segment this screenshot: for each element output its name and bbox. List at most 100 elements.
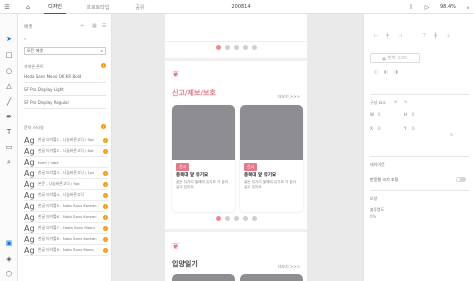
align-right-icon[interactable]: ⊣ — [398, 33, 402, 39]
top-section — [165, 14, 307, 42]
align-center-icon[interactable]: ╪ — [386, 33, 389, 39]
carousel-dot[interactable] — [242, 216, 248, 221]
align-left-icon[interactable]: ⊢ — [374, 33, 378, 39]
rectangle-tool-icon[interactable]: □ — [3, 49, 15, 61]
x-field[interactable]: 0 — [378, 126, 381, 131]
y-field[interactable]: 0 — [412, 126, 415, 131]
character-style-item[interactable]: Ag 한글 타이틀8 - Noto Sans Korean ! — [24, 234, 108, 245]
carousel-dot[interactable] — [224, 216, 230, 221]
font-item[interactable]: SF Pro Display Light — [24, 83, 106, 96]
style-name: 한글 타이틀3 - 나눔바른고딕 / 1pt — [38, 170, 94, 175]
document-title[interactable]: 200814 — [216, 0, 266, 14]
align-middle-icon[interactable]: ╫ — [434, 33, 437, 39]
boolean-intersect-icon[interactable]: ◨ — [394, 69, 398, 74]
home-icon[interactable]: ⌂ — [22, 0, 34, 14]
font-item[interactable]: SF Pro Display Regular — [24, 96, 106, 109]
style-name: 한글 타이틀8 - Noto Sans Korean — [38, 236, 97, 241]
list-view-icon[interactable]: ☰ — [102, 23, 106, 29]
character-style-item[interactable]: Ag 한글 타이틀6 - Noto Sans Korean ! — [24, 212, 108, 223]
mobile-preview-icon[interactable]: ▯ — [406, 0, 416, 14]
more-link[interactable]: 더보기 >>> — [278, 94, 300, 100]
ellipse-tool-icon[interactable]: ○ — [3, 65, 15, 77]
select-tool-icon[interactable]: ➤ — [3, 33, 15, 45]
chevron-down-icon: ∨ — [100, 49, 103, 53]
style-preview: Ag — [24, 179, 35, 189]
artboard-tool-icon[interactable]: ▭ — [3, 141, 15, 153]
zoom-tool-icon[interactable]: ⌕ — [3, 156, 15, 168]
character-style-item[interactable]: Ag 본문 - 나눔바른고딕 / 9pt ! — [24, 179, 108, 190]
layout-label: 레이아웃 — [370, 162, 385, 167]
align-bottom-icon[interactable]: ⊥ — [446, 33, 450, 39]
carousel-dot[interactable] — [224, 45, 230, 50]
style-preview: Ag — [24, 135, 35, 145]
character-style-item[interactable]: Ag 한글 타이틀1 - 나눔바른고딕 / 9pt ! — [24, 135, 108, 146]
grid-icon: ▦ — [382, 55, 387, 61]
responsive-resize-label: 반응형 크기 조정 — [370, 177, 399, 182]
rotate-icon[interactable]: ↻ — [450, 132, 453, 137]
warning-badge: ! — [103, 237, 108, 242]
zoom-level[interactable]: 98.4% — [440, 0, 456, 14]
pen-tool-icon[interactable]: ✒ — [3, 111, 15, 123]
repeat-grid-button[interactable]: ▦ 반복 그리드 — [370, 53, 420, 63]
card-image — [240, 105, 303, 160]
style-preview: Ag — [24, 201, 35, 211]
report-card[interactable]: 신고 충북대 앞 유기묘 골든 뒤거리 올해에 유기묘 가 꿈이 살고 있어요 — [240, 105, 303, 212]
chevron-down-icon[interactable]: ∨ — [464, 0, 472, 14]
assets-icon[interactable]: ▣ — [3, 237, 15, 249]
style-name: 한글 타이틀1 - 나눔바른고딕 / 9pt — [38, 137, 94, 142]
card-title: 충북대 앞 유기묘 — [176, 173, 209, 178]
h-field[interactable]: 0 — [412, 112, 415, 117]
menu-icon[interactable]: ☰ — [2, 0, 12, 14]
design-canvas[interactable]: ❦ 신고/제보/보호 더보기 >>> 신고 충북대 앞 유기묘 골든 뒤거리 올… — [112, 14, 363, 281]
artboard[interactable]: ❦ 신고/제보/보호 더보기 >>> 신고 충북대 앞 유기묘 골든 뒤거리 올… — [165, 14, 307, 281]
add-icon[interactable]: + — [80, 23, 84, 29]
plugins-icon[interactable]: ⬡ — [3, 268, 15, 280]
opacity-field[interactable]: 0% — [370, 214, 376, 219]
tab-prototype[interactable]: 프로토타입 — [82, 0, 114, 14]
carousel-dot[interactable] — [233, 216, 239, 221]
carousel-dot[interactable] — [242, 45, 248, 50]
repeat-grid-label: 반복 그리드 — [388, 55, 408, 60]
align-top-icon[interactable]: ⊤ — [422, 33, 426, 39]
component-label: 구성 요소 — [370, 100, 386, 105]
character-style-item[interactable]: Ag 한글 타이틀3 - 나눔바른고딕 / 1pt ! — [24, 168, 108, 179]
character-style-item[interactable]: Ag 한글 타이틀2 - 나눔바른고딕 / 6pt ! — [24, 146, 108, 157]
play-icon[interactable]: ▷ — [422, 0, 432, 14]
report-card[interactable]: 신고 충북대 앞 유기묘 골든 뒤거리 올해에 유기묘 가 꿈이 살고 있어요 — [172, 105, 235, 212]
style-name: form / labe — [38, 159, 59, 165]
tab-design[interactable]: 디자인 — [44, 0, 66, 14]
layers-icon[interactable]: ◈ — [3, 253, 15, 265]
boolean-union-icon[interactable]: ◫ — [374, 69, 378, 74]
more-link[interactable]: 더보기 >>> — [278, 264, 300, 270]
warning-badge: ! — [103, 248, 108, 253]
font-item[interactable]: Hoda Sans Mono OK KR Bold — [24, 70, 106, 83]
lock-icon[interactable]: ⊖ — [404, 99, 407, 104]
character-style-item[interactable]: Ag form / labe — [24, 157, 108, 168]
carousel-dot[interactable] — [233, 45, 239, 50]
grid-view-icon[interactable]: ▦ — [92, 23, 97, 29]
asset-filter-value: 모든 에셋 — [27, 48, 43, 53]
text-tool-icon[interactable]: T — [3, 126, 15, 138]
carousel-dot[interactable] — [215, 45, 221, 50]
character-style-item[interactable]: Ag 한글 타이틀4 - 나눔바른고딕 ! — [24, 190, 108, 201]
polygon-tool-icon[interactable]: △ — [3, 80, 15, 92]
tab-share[interactable]: 공유 — [132, 0, 148, 14]
character-style-item[interactable]: Ag 한글 타이틀5 - Noto Sans Korean ! — [24, 201, 108, 212]
w-field[interactable]: 0 — [378, 112, 381, 117]
asset-filter-select[interactable]: 모든 에셋 ∨ — [24, 47, 106, 55]
search-icon: ⌕ — [24, 36, 27, 41]
link-icon[interactable]: ⊕ — [394, 99, 397, 104]
boolean-subtract-icon[interactable]: ◧ — [384, 69, 388, 74]
character-style-item[interactable]: Ag 한글 타이틀9 - Noto Sans Mono ! — [24, 245, 108, 256]
style-preview: Ag — [24, 223, 35, 233]
carousel-dot[interactable] — [215, 216, 221, 221]
responsive-resize-toggle[interactable] — [456, 177, 466, 182]
carousel-dots — [165, 216, 307, 221]
warning-badge: ! — [103, 215, 108, 220]
carousel-dot[interactable] — [251, 216, 257, 221]
carousel-dot[interactable] — [251, 45, 257, 50]
warning-badge: ! — [103, 138, 108, 143]
character-style-item[interactable]: Ag 한글 타이틀7 - Hoda Sans Mono ! — [24, 223, 108, 234]
line-tool-icon[interactable]: ╱ — [3, 96, 15, 108]
warning-badge: ! — [103, 171, 108, 176]
